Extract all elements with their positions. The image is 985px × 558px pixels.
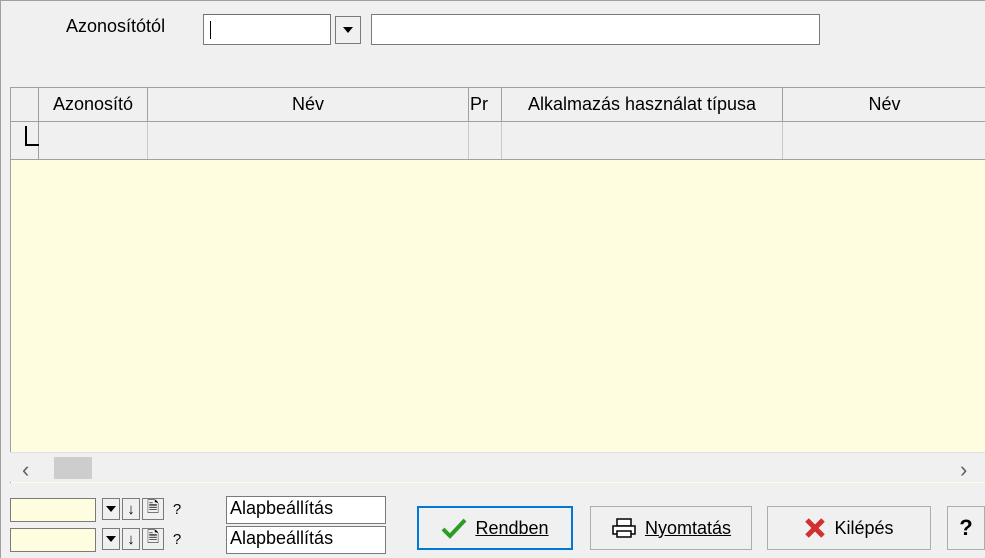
document-icon: 🗎 — [146, 528, 160, 546]
close-icon — [805, 518, 826, 538]
color-swatch[interactable] — [10, 528, 96, 552]
printer-icon — [612, 518, 636, 538]
text-caret — [210, 21, 211, 39]
settings-row-1: ↓ 🗎 ? Alapbeállítás — [10, 496, 390, 524]
scrollbar-thumb[interactable] — [54, 457, 92, 479]
question-icon: ? — [959, 515, 973, 540]
chevron-down-icon — [106, 506, 116, 512]
chevron-down-icon — [106, 536, 116, 542]
document-button[interactable]: 🗎 — [142, 528, 164, 550]
question-icon: ? — [172, 530, 182, 548]
data-grid[interactable]: Azonosító Név Pr Alkalmazás használat tí… — [10, 87, 985, 483]
exit-button-label: Kilépés — [834, 517, 894, 538]
setting-name-field[interactable]: Alapbeállítás — [226, 526, 386, 554]
dropdown-button[interactable] — [102, 498, 120, 520]
grid-header: Azonosító Név Pr Alkalmazás használat tí… — [11, 88, 985, 122]
help-button[interactable]: ? — [947, 506, 985, 550]
setting-name-field[interactable]: Alapbeállítás — [226, 496, 386, 524]
ok-button[interactable]: Rendben — [417, 506, 573, 550]
question-icon: ? — [172, 500, 182, 518]
column-header-pr[interactable]: Pr — [469, 88, 502, 121]
column-header-nev[interactable]: Név — [148, 88, 469, 121]
dropdown-button[interactable] — [102, 528, 120, 550]
arrow-down-button[interactable]: ↓ — [122, 498, 140, 520]
chevron-down-icon — [343, 27, 353, 33]
arrow-down-button[interactable]: ↓ — [122, 528, 140, 550]
filter-name-field[interactable] — [371, 14, 820, 45]
filter-combo[interactable] — [203, 14, 361, 45]
ok-button-label: Rendben — [475, 517, 549, 538]
help-small-button[interactable]: ? — [168, 528, 186, 550]
table-cell[interactable] — [148, 122, 469, 159]
document-button[interactable]: 🗎 — [142, 498, 164, 520]
row-indicator-icon — [11, 122, 39, 159]
color-swatch[interactable] — [10, 498, 96, 522]
filter-combo-input[interactable] — [203, 14, 331, 45]
print-button[interactable]: Nyomtatás — [590, 506, 752, 550]
scroll-right-icon[interactable]: › — [960, 457, 967, 483]
table-cell[interactable] — [469, 122, 502, 159]
table-row[interactable] — [11, 122, 985, 160]
scroll-left-icon[interactable]: ‹ — [22, 457, 29, 483]
filter-label: Azonosítótól — [66, 16, 166, 36]
exit-button[interactable]: Kilépés — [767, 506, 931, 550]
help-small-button[interactable]: ? — [168, 498, 186, 520]
settings-row-2: ↓ 🗎 ? Alapbeállítás — [10, 526, 390, 554]
table-cell[interactable] — [39, 122, 148, 159]
print-button-label: Nyomtatás — [644, 517, 732, 538]
document-icon: 🗎 — [146, 498, 160, 516]
column-header-nev-2[interactable]: Név — [783, 88, 985, 121]
combo-dropdown-button[interactable] — [335, 16, 361, 44]
arrow-down-icon: ↓ — [127, 500, 135, 518]
table-cell[interactable] — [502, 122, 783, 159]
horizontal-scrollbar[interactable]: ‹ › — [10, 452, 985, 482]
column-header-alkalmazas-hasznalat-tipusa[interactable]: Alkalmazás használat típusa — [502, 88, 783, 121]
arrow-down-icon: ↓ — [127, 530, 135, 548]
grid-corner — [11, 88, 39, 121]
table-cell[interactable] — [783, 122, 985, 159]
column-header-azonosito[interactable]: Azonosító — [39, 88, 148, 121]
checkmark-icon — [442, 518, 467, 539]
